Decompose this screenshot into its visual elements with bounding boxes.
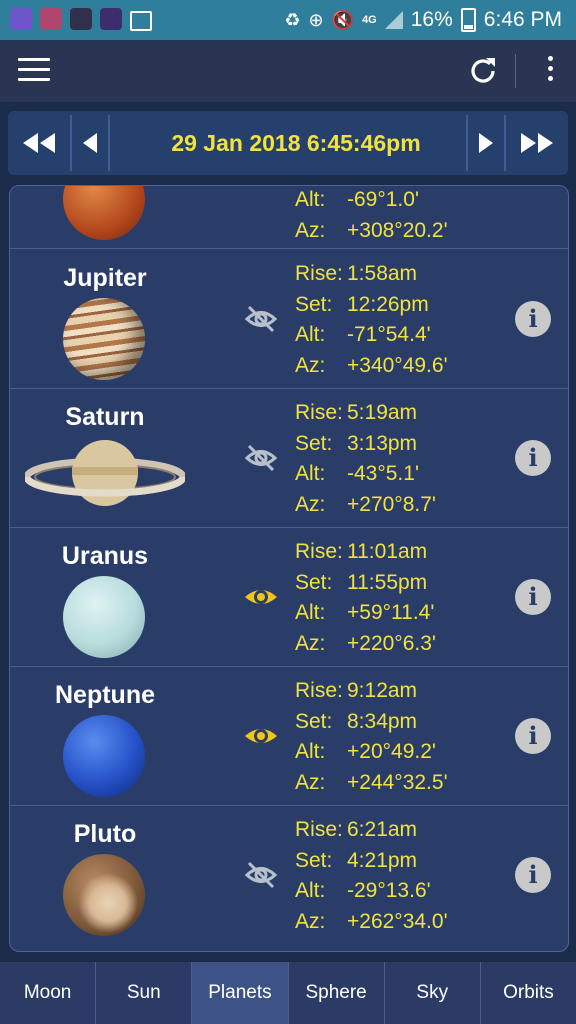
signal-icon (384, 11, 403, 29)
set-time: 11:55pm (347, 570, 428, 594)
tab-sun[interactable]: Sun (96, 962, 193, 1024)
altitude-value: -71°54.4' (347, 323, 431, 346)
azimuth-value: +262°34.0' (347, 909, 448, 933)
eye-off-icon[interactable] (243, 440, 279, 476)
info-button[interactable]: i (515, 301, 551, 337)
eye-icon[interactable] (243, 718, 279, 754)
altitude-value: -43°5.1' (347, 462, 419, 485)
tab-sphere[interactable]: Sphere (289, 962, 385, 1024)
app-notification-icon (40, 8, 62, 30)
neptune-image (63, 715, 145, 797)
app-bar (0, 40, 576, 102)
rise-time: 9:12am (347, 679, 418, 702)
tab-sky[interactable]: Sky (385, 962, 481, 1024)
rise-time: 11:01am (347, 540, 428, 563)
step-back-icon (83, 133, 97, 153)
battery-percent: 16% (410, 8, 453, 31)
planet-list[interactable]: Alt:-69°1.0' Az:+308°20.2' i Jupiter Ris… (9, 185, 569, 952)
list-item[interactable]: Saturn Rise: 5:19am Set: 3:13pm Alt: -43°5.… (10, 388, 568, 528)
list-item[interactable]: Alt:-69°1.0' Az:+308°20.2' i (10, 185, 568, 249)
info-button[interactable]: i (515, 718, 551, 754)
step-forward-button[interactable] (468, 111, 504, 175)
info-button[interactable]: i (515, 857, 551, 893)
fast-forward-icon (521, 133, 553, 153)
app-notification-icon (70, 8, 92, 30)
more-options-button[interactable] (540, 56, 560, 88)
uranus-image (63, 576, 145, 658)
mute-icon: 🔇 (331, 9, 355, 30)
battery-icon (460, 8, 476, 32)
tab-planets[interactable]: Planets (192, 962, 289, 1024)
bottom-tab-bar: Moon Sun Planets Sphere Sky Orbits (0, 962, 576, 1024)
planet-name: Uranus (61, 542, 149, 570)
network-type: 4G (362, 14, 377, 26)
set-time: 12:26pm (347, 292, 429, 316)
info-button[interactable]: i (515, 440, 551, 476)
rise-time: 6:21am (347, 818, 418, 841)
jupiter-image (63, 298, 145, 380)
rise-time: 5:19am (347, 401, 418, 424)
planet-name: Saturn (65, 403, 145, 431)
altitude-value: -29°13.6' (347, 879, 431, 902)
step-forward-icon (479, 133, 493, 153)
current-datetime[interactable]: 29 Jan 2018 6:45:46pm (118, 111, 474, 175)
info-button[interactable]: i (515, 579, 551, 615)
azimuth-value: +340°49.6' (347, 353, 448, 377)
azimuth-value: +244°32.5' (347, 770, 448, 794)
tab-moon[interactable]: Moon (0, 962, 97, 1024)
set-time: 3:13pm (347, 431, 418, 455)
azimuth-value: +220°6.3' (347, 631, 436, 655)
tab-orbits[interactable]: Orbits (481, 962, 576, 1024)
menu-button[interactable] (18, 58, 50, 84)
divider (515, 54, 516, 88)
gallery-icon (130, 11, 152, 31)
list-item[interactable]: Neptune Rise: 9:12am Set: 8:34pm Alt: +20°4… (10, 666, 568, 806)
saturn-image (25, 440, 185, 506)
eye-icon[interactable] (243, 579, 279, 615)
mars-image (63, 186, 145, 240)
set-time: 8:34pm (347, 709, 418, 733)
planet-name: Jupiter (63, 264, 147, 292)
pluto-image (63, 854, 145, 936)
divider (108, 115, 110, 171)
altitude-value: +59°11.4' (347, 601, 435, 624)
fast-rewind-button[interactable] (8, 111, 70, 175)
azimuth-value: +308°20.2' (347, 218, 448, 242)
eye-off-icon[interactable] (243, 301, 279, 337)
list-item[interactable]: Uranus Rise: 11:01am Set: 11:55pm Alt: +59°… (10, 527, 568, 667)
data-saver-icon: ⊕ (308, 9, 324, 30)
eye-off-icon[interactable] (243, 185, 279, 195)
date-navigator: 29 Jan 2018 6:45:46pm (8, 111, 568, 175)
battery-saver-icon: ♻ (284, 9, 301, 30)
list-item[interactable]: Pluto Rise: 6:21am Set: 4:21pm Alt: -29°13.… (10, 805, 568, 944)
clock: 6:46 PM (483, 8, 562, 31)
list-item[interactable]: Jupiter Rise: 1:58am Set: 12:26pm Alt: -71°… (10, 249, 568, 389)
app-notification-icon (100, 8, 122, 30)
altitude-value: +20°49.2' (347, 740, 436, 763)
azimuth-value: +270°8.7' (347, 492, 436, 516)
fast-forward-button[interactable] (506, 111, 568, 175)
set-time: 4:21pm (347, 848, 418, 872)
refresh-icon[interactable] (466, 54, 500, 88)
status-bar: ♻ ⊕ 🔇 4G 16% 6:46 PM (0, 0, 576, 40)
altitude-value: -69°1.0' (347, 188, 419, 211)
eye-off-icon[interactable] (243, 857, 279, 893)
step-back-button[interactable] (72, 111, 108, 175)
planet-name: Pluto (73, 820, 137, 848)
app-notification-icon (10, 8, 32, 30)
planet-name: Neptune (55, 681, 155, 709)
rise-time: 1:58am (347, 262, 418, 285)
fast-rewind-icon (23, 133, 55, 153)
